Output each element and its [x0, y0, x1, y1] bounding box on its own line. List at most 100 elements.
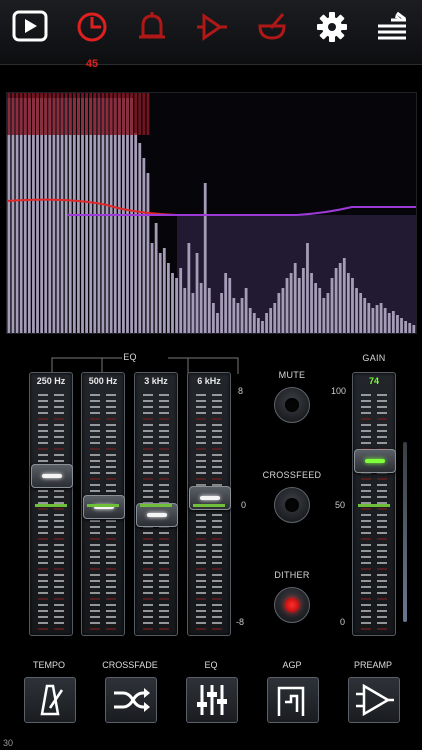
timer-button[interactable]: 45	[72, 10, 112, 70]
spectrum-bar	[338, 263, 342, 333]
top-toolbar: 45	[0, 0, 422, 70]
spectrum-peak	[89, 93, 93, 135]
amplifier-icon	[356, 683, 394, 717]
spectrum-bar	[351, 278, 354, 333]
crossfeed-toggle[interactable]	[274, 487, 310, 523]
gain-scale-top: 100	[331, 386, 347, 396]
spectrum-bar	[285, 278, 289, 333]
spectrum-bar	[367, 303, 371, 333]
eq-slider-500hz[interactable]: 500 Hz	[81, 372, 125, 636]
spectrum-bar	[236, 303, 240, 333]
spectrum-bar	[179, 268, 183, 333]
spectrum-bar	[150, 243, 154, 333]
spectrum-peak	[97, 93, 101, 135]
spectrum-bar	[375, 305, 379, 333]
spectrum-bar	[142, 158, 146, 333]
play-button[interactable]	[10, 10, 50, 54]
spectrum-peak	[85, 93, 88, 135]
eq-slider-250hz[interactable]: 250 Hz	[29, 372, 73, 636]
spectrum-bar	[412, 325, 416, 333]
mortar-button[interactable]	[252, 10, 292, 54]
spectrum-bar	[387, 313, 391, 333]
crossfeed-label: CROSSFEED	[262, 470, 322, 480]
spectrum-bar	[383, 308, 387, 333]
settings-button[interactable]	[312, 10, 352, 54]
crossfade-button[interactable]	[105, 677, 157, 723]
spectrum-bar	[158, 253, 162, 333]
timer-icon	[77, 12, 107, 42]
agp-label: AGP	[282, 660, 302, 670]
spectrum-peak	[19, 93, 23, 135]
gain-slider[interactable]: 74	[352, 372, 396, 636]
preamp-button[interactable]	[348, 677, 400, 723]
playlist-icon	[378, 11, 406, 40]
spectrum-peak	[113, 93, 117, 135]
eq-scale-mid: 0	[241, 500, 247, 510]
spectrum-bar	[240, 298, 244, 333]
play-icon	[12, 10, 48, 42]
spectrum-peak	[15, 93, 19, 135]
spectrum-bar	[265, 313, 268, 333]
playlist-button[interactable]	[372, 10, 412, 54]
spectrum-bar	[261, 321, 264, 333]
bowl-icon	[258, 13, 286, 40]
spectrum-bar	[252, 313, 256, 333]
eq-button[interactable]	[186, 677, 238, 723]
slider-thumb[interactable]	[31, 464, 73, 489]
spectrum-bar	[138, 143, 142, 333]
eq-slider-6khz[interactable]: 6 kHz	[187, 372, 231, 636]
mute-toggle[interactable]	[274, 387, 310, 423]
zero-marker	[358, 504, 390, 507]
spectrum-peak	[101, 93, 105, 135]
spectrum-bar	[228, 278, 232, 333]
spectrum-bar	[346, 273, 350, 333]
spectrum-peak	[109, 93, 113, 135]
spectrum-peak	[7, 93, 11, 135]
spectrum-peak	[56, 93, 60, 135]
crossfade-label: CROSSFADE	[102, 660, 158, 670]
spectrum-peak	[27, 93, 31, 135]
spectrum-bar	[212, 303, 215, 333]
spectrum-bar	[195, 253, 199, 333]
spectrum-peak	[122, 93, 125, 135]
spectrum-peak	[72, 93, 76, 135]
spectrum-peak	[77, 93, 80, 135]
route-button[interactable]	[192, 10, 232, 54]
spectrum-bar	[400, 318, 403, 333]
spectrum-peak	[134, 93, 138, 135]
spectrum-analyzer	[6, 92, 417, 334]
gain-label: GAIN	[362, 353, 386, 363]
spectrum-peak	[105, 93, 109, 135]
spectrum-bar	[203, 183, 207, 333]
dither-label: DITHER	[274, 570, 310, 580]
agp-button[interactable]	[267, 677, 319, 723]
eq-label: EQ	[123, 352, 137, 362]
spectrum-bar	[371, 308, 375, 333]
spectrum-peak	[36, 93, 39, 135]
tempo-button[interactable]	[24, 677, 76, 723]
spectrum-peak	[32, 93, 35, 135]
eq-slider-3khz[interactable]: 3 kHz	[134, 372, 178, 636]
spectrum-bar	[232, 298, 236, 333]
gain-scrollbar[interactable]	[403, 442, 407, 622]
spectrum-bar	[301, 268, 305, 333]
spectrum-peak	[11, 93, 15, 135]
spectrum-peak	[40, 93, 44, 135]
spectrum-bar	[330, 278, 334, 333]
spectrum-peak	[142, 93, 146, 135]
spectrum-peak	[68, 93, 72, 135]
spectrum-bar	[187, 243, 191, 333]
slider-thumb[interactable]	[354, 449, 396, 474]
spectrum-bar	[379, 303, 383, 333]
mute-label: MUTE	[278, 370, 306, 380]
spectrum-peak	[64, 93, 68, 135]
gain-scale-bottom: 0	[340, 617, 346, 627]
spectrum-peak	[130, 93, 133, 135]
alarm-button[interactable]	[132, 10, 172, 54]
spectrum-bar	[408, 323, 412, 333]
spectrum-bar	[391, 311, 395, 333]
spectrum-bar	[171, 273, 174, 333]
gain-scale-mid: 50	[335, 500, 346, 510]
spectrum-bar	[248, 308, 252, 333]
dither-toggle[interactable]	[274, 587, 310, 623]
